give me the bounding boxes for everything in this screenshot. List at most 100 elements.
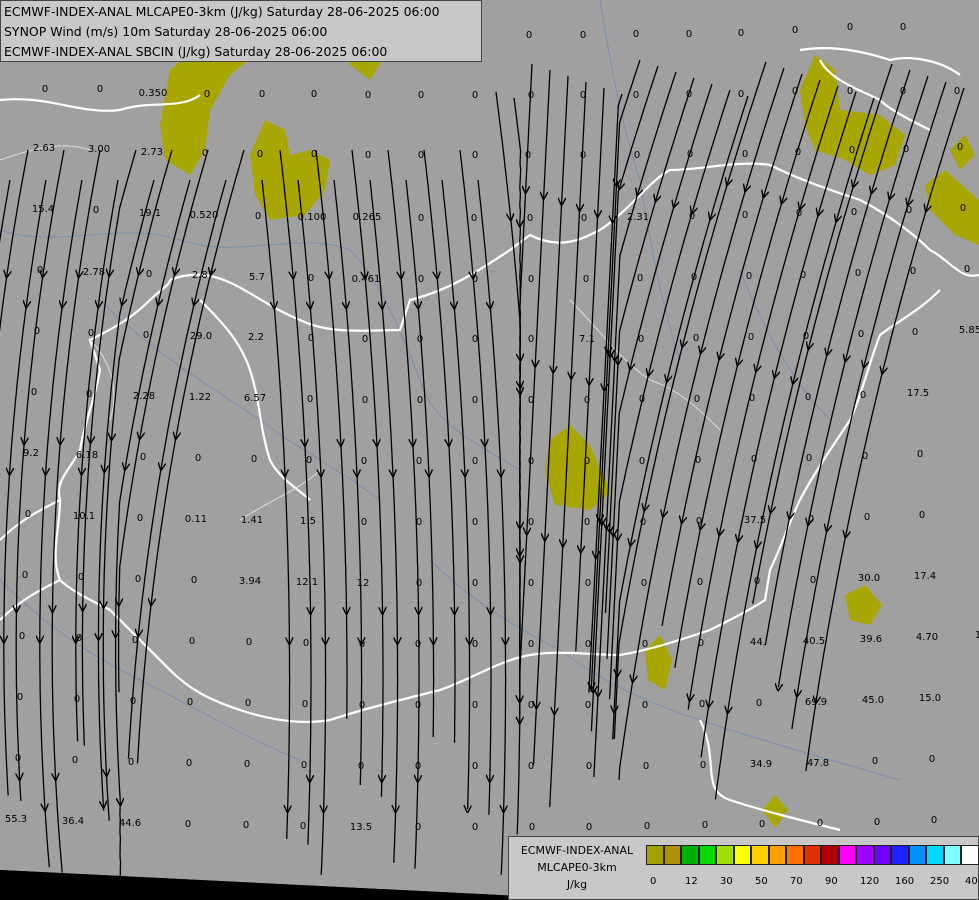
- index-value-label: 0: [759, 819, 765, 830]
- legend-swatch: [891, 845, 909, 865]
- index-value-label: 12.1: [296, 577, 318, 588]
- index-value-label: 0: [302, 699, 308, 710]
- index-value-label: 0: [525, 150, 531, 161]
- index-value-label: 55.3: [5, 814, 27, 825]
- legend-tick-label: 70: [790, 876, 803, 887]
- index-value-label: 0: [185, 819, 191, 830]
- index-value-label: 0: [695, 455, 701, 466]
- index-value-label: 0: [580, 30, 586, 41]
- index-value-label: 0: [687, 149, 693, 160]
- legend-tick-label: 160: [895, 876, 915, 887]
- index-value-label: 0: [642, 639, 648, 650]
- index-value-label: 0: [472, 578, 478, 589]
- legend-unit: J/kg: [566, 878, 588, 891]
- index-value-label: 0: [528, 578, 534, 589]
- legend-swatch: [716, 845, 734, 865]
- index-value-label: 0: [686, 89, 692, 100]
- index-value-label: 0: [528, 761, 534, 772]
- index-value-label: 0: [97, 84, 103, 95]
- index-value-label: 2.63: [33, 143, 55, 154]
- index-value-label: 2.2: [248, 332, 264, 343]
- index-value-label: 0: [800, 270, 806, 281]
- legend-swatch: [926, 845, 944, 865]
- index-value-label: 0: [17, 692, 23, 703]
- index-value-label: 0: [472, 90, 478, 101]
- index-value-label: 0: [245, 698, 251, 709]
- index-value-label: 45.0: [862, 695, 884, 706]
- index-value-label: 0: [805, 392, 811, 403]
- index-value-label: 0: [259, 89, 265, 100]
- index-value-label: 0: [528, 395, 534, 406]
- color-legend: ECMWF-INDEX-ANAL MLCAPE0-3km J/kg 0 12 30 5…: [508, 836, 979, 900]
- index-value-label: 0: [78, 572, 84, 583]
- index-value-label: 0: [311, 149, 317, 160]
- index-value-label: 0: [244, 759, 250, 770]
- index-value-label: 0: [416, 456, 422, 467]
- index-value-label: 0.350: [139, 88, 168, 99]
- index-value-label: 0: [689, 211, 695, 222]
- index-value-label: 0: [583, 274, 589, 285]
- index-value-label: 0: [957, 142, 963, 153]
- index-value-label: 0: [803, 331, 809, 342]
- index-value-label: 0: [748, 332, 754, 343]
- index-value-label: 0: [874, 817, 880, 828]
- index-value-label: 0: [919, 510, 925, 521]
- map-title-box: ECMWF-INDEX-ANAL MLCAPE0-3km (J/kg) Satu…: [0, 0, 482, 62]
- index-value-label: 0.11: [185, 514, 207, 525]
- index-value-label: 39.6: [860, 634, 882, 645]
- index-value-label: 0: [686, 29, 692, 40]
- index-value-label: 17.4: [914, 571, 936, 582]
- index-value-label: 0: [528, 90, 534, 101]
- index-value-label: 0: [847, 86, 853, 97]
- index-value-label: 0: [202, 148, 208, 159]
- index-value-label: 0: [140, 452, 146, 463]
- index-value-label: 0: [251, 454, 257, 465]
- index-value-label: 9.2: [23, 448, 39, 459]
- index-value-label: 0: [586, 761, 592, 772]
- index-value-label: 2.31: [627, 212, 649, 223]
- index-value-label: 5.7: [249, 272, 265, 283]
- index-value-label: 0: [189, 636, 195, 647]
- index-value-label: 0: [756, 698, 762, 709]
- index-value-label: 36.4: [62, 816, 84, 827]
- legend-swatch: [768, 845, 786, 865]
- index-value-label: 0: [872, 756, 878, 767]
- index-value-label: 0: [738, 28, 744, 39]
- index-value-label: 0: [191, 575, 197, 586]
- streamline: [453, 610, 456, 743]
- legend-swatch: [751, 845, 769, 865]
- index-value-label: 0.265: [353, 212, 382, 223]
- index-value-label: 47.8: [807, 758, 829, 769]
- index-value-label: 0: [528, 274, 534, 285]
- index-value-label: 0: [417, 395, 423, 406]
- index-value-label: 0: [806, 453, 812, 464]
- index-value-label: 19.1: [139, 208, 161, 219]
- index-value-label: 0: [585, 700, 591, 711]
- index-value-label: 0: [303, 638, 309, 649]
- index-value-label: 0: [130, 696, 136, 707]
- index-value-label: 0: [359, 700, 365, 711]
- index-value-label: 17.5: [907, 388, 929, 399]
- index-value-label: 0: [472, 639, 478, 650]
- index-value-label: 0: [847, 22, 853, 33]
- index-value-label: 10.1: [73, 511, 95, 522]
- legend-swatch: [856, 845, 874, 865]
- index-value-label: 0: [642, 700, 648, 711]
- index-value-label: 1: [975, 630, 979, 641]
- index-value-label: 44.6: [119, 818, 141, 829]
- index-value-label: 7.1: [579, 334, 595, 345]
- index-value-label: 0: [862, 451, 868, 462]
- index-value-label: 0: [855, 268, 861, 279]
- index-value-label: 0: [472, 761, 478, 772]
- index-value-label: 0: [246, 637, 252, 648]
- index-value-label: 0: [643, 761, 649, 772]
- index-value-label: 0: [698, 638, 704, 649]
- legend-swatch: [873, 845, 891, 865]
- index-value-label: 0: [472, 150, 478, 161]
- index-value-label: 0: [472, 395, 478, 406]
- index-value-label: 0: [917, 449, 923, 460]
- index-value-label: 6.57: [244, 393, 266, 404]
- index-value-label: 0: [906, 205, 912, 216]
- index-value-label: 0: [362, 334, 368, 345]
- index-value-label: 0: [243, 820, 249, 831]
